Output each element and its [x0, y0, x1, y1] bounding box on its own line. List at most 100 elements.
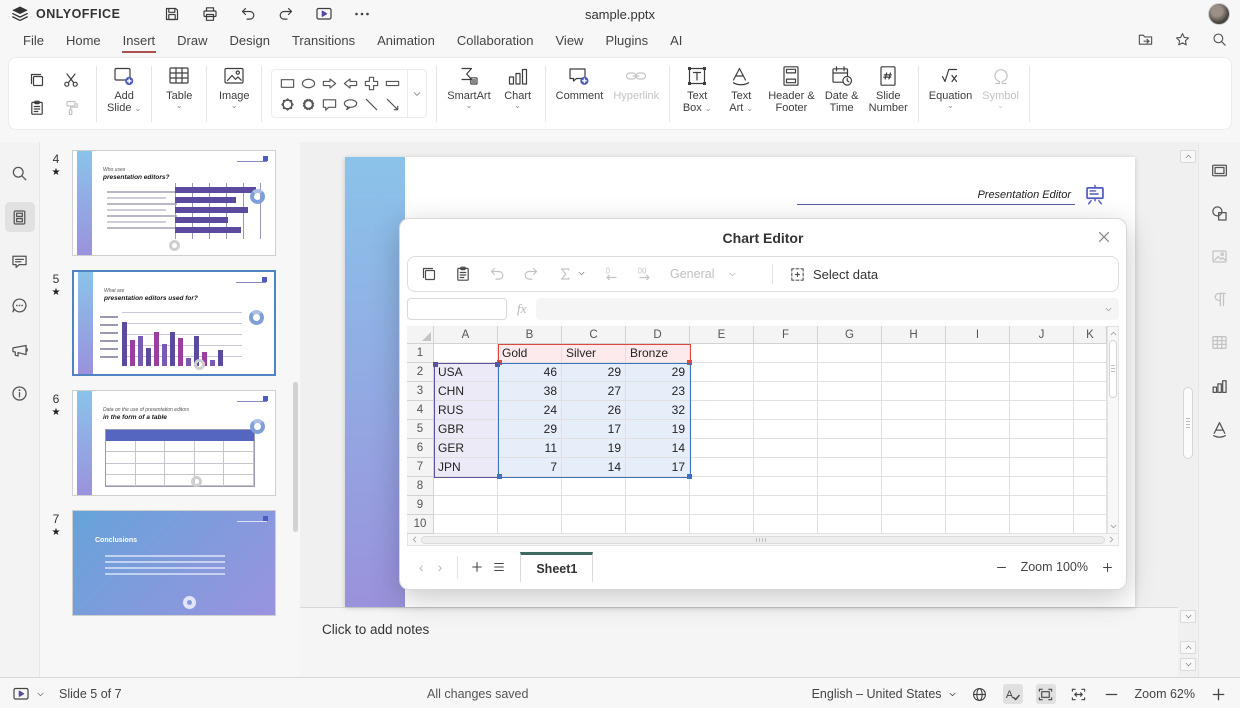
cell-E2[interactable]: [690, 363, 754, 382]
row-header-2[interactable]: 2: [407, 363, 434, 382]
thumbnail-preview[interactable]: Data on the use of presentation editorsi…: [72, 390, 276, 496]
chart-settings-button[interactable]: [1206, 371, 1234, 399]
inc-decimal-button[interactable]: 00: [636, 265, 654, 283]
cell-D7[interactable]: 17: [626, 458, 690, 477]
formula-input[interactable]: [536, 299, 1104, 319]
chart-button[interactable]: Chart⌄: [496, 62, 540, 126]
chat-panel-button[interactable]: [5, 290, 35, 320]
cell-E1[interactable]: [690, 344, 754, 363]
cell-C9[interactable]: [562, 496, 626, 515]
redo-button[interactable]: [276, 4, 296, 24]
zoom-in-button[interactable]: [1208, 684, 1228, 704]
slide-thumbnail-4[interactable]: 4★Who usespresentation editors?: [44, 150, 292, 256]
cell-D5[interactable]: 19: [626, 420, 690, 439]
cell-H3[interactable]: [882, 382, 946, 401]
column-header-A[interactable]: A: [434, 326, 498, 344]
cell-B7[interactable]: 7: [498, 458, 562, 477]
cell-F1[interactable]: [754, 344, 818, 363]
callout-rect-shape-button[interactable]: [319, 94, 339, 114]
arrow-line-shape-button[interactable]: [382, 94, 402, 114]
select-all-corner[interactable]: [407, 326, 434, 344]
cell-A5[interactable]: GBR: [434, 420, 498, 439]
cell-I3[interactable]: [946, 382, 1010, 401]
cell-K6[interactable]: [1074, 439, 1107, 458]
cell-C5[interactable]: 17: [562, 420, 626, 439]
column-header-J[interactable]: J: [1010, 326, 1074, 344]
cell-A1[interactable]: [434, 344, 498, 363]
grid-hscroll-thumb[interactable]: [421, 536, 1105, 544]
thumbnail-preview[interactable]: What arepresentation editors used for?: [72, 270, 276, 376]
cell-B3[interactable]: 38: [498, 382, 562, 401]
menu-tab-animation[interactable]: Animation: [366, 30, 446, 53]
star12-shape-button[interactable]: [298, 94, 318, 114]
minus-shape-button[interactable]: [382, 73, 402, 93]
cell-I5[interactable]: [946, 420, 1010, 439]
cell-G10[interactable]: [818, 515, 882, 534]
image-button[interactable]: Image⌄: [212, 62, 256, 126]
cell-K2[interactable]: [1074, 363, 1107, 382]
slides-panel-button[interactable]: [5, 202, 35, 232]
open-location-button[interactable]: [1137, 31, 1154, 53]
chevron-down-icon[interactable]: [36, 690, 45, 699]
callout-round-shape-button[interactable]: [340, 94, 360, 114]
table-button[interactable]: Table⌄: [157, 62, 201, 126]
cell-E7[interactable]: [690, 458, 754, 477]
cell-E5[interactable]: [690, 420, 754, 439]
cell-C4[interactable]: 26: [562, 401, 626, 420]
undo-button[interactable]: [238, 4, 258, 24]
sheet-tab[interactable]: Sheet1: [520, 552, 593, 582]
cell-D9[interactable]: [626, 496, 690, 515]
cell-B4[interactable]: 24: [498, 401, 562, 420]
select-data-button[interactable]: Select data: [789, 266, 878, 283]
slide-thumbnail-5[interactable]: 5★What arepresentation editors used for?: [44, 270, 292, 376]
sheet-prev-button[interactable]: ‹: [412, 559, 431, 575]
cell-D6[interactable]: 14: [626, 439, 690, 458]
menu-tab-file[interactable]: File: [12, 30, 55, 53]
cell-J8[interactable]: [1010, 477, 1074, 496]
sigma-button[interactable]: [556, 265, 586, 283]
comment-button[interactable]: Comment: [551, 62, 609, 126]
redo-button[interactable]: [522, 265, 540, 283]
menu-tab-design[interactable]: Design: [219, 30, 281, 53]
plus-shape-button[interactable]: [361, 73, 381, 93]
slide-settings-button[interactable]: [1206, 156, 1234, 184]
grid-vscroll-thumb[interactable]: [1109, 340, 1117, 398]
row-header-8[interactable]: 8: [407, 477, 434, 496]
about-panel-button[interactable]: [5, 378, 35, 408]
cell-K5[interactable]: [1074, 420, 1107, 439]
cell-name-box[interactable]: [407, 298, 507, 320]
shape-settings-button[interactable]: [1206, 199, 1234, 227]
search-button[interactable]: [1211, 31, 1228, 53]
cell-A4[interactable]: RUS: [434, 401, 498, 420]
cell-G9[interactable]: [818, 496, 882, 515]
cell-A6[interactable]: GER: [434, 439, 498, 458]
menu-tab-ai[interactable]: AI: [659, 30, 693, 53]
textart-settings-button[interactable]: [1206, 414, 1234, 442]
cell-J5[interactable]: [1010, 420, 1074, 439]
cell-H7[interactable]: [882, 458, 946, 477]
cell-K10[interactable]: [1074, 515, 1107, 534]
sheet-list-button[interactable]: [488, 556, 510, 578]
column-header-G[interactable]: G: [818, 326, 882, 344]
slide-number-button[interactable]: SlideNumber: [864, 62, 913, 126]
cell-H6[interactable]: [882, 439, 946, 458]
cell-K7[interactable]: [1074, 458, 1107, 477]
search-panel-button[interactable]: [5, 158, 35, 188]
cell-J1[interactable]: [1010, 344, 1074, 363]
row-header-7[interactable]: 7: [407, 458, 434, 477]
shapes-gallery-expand[interactable]: [407, 70, 426, 117]
row-header-1[interactable]: 1: [407, 344, 434, 363]
column-header-H[interactable]: H: [882, 326, 946, 344]
copy-button[interactable]: [25, 68, 49, 92]
column-header-I[interactable]: I: [946, 326, 1010, 344]
cell-E6[interactable]: [690, 439, 754, 458]
cell-A8[interactable]: [434, 477, 498, 496]
row-header-3[interactable]: 3: [407, 382, 434, 401]
user-avatar[interactable]: [1208, 3, 1230, 25]
cell-H4[interactable]: [882, 401, 946, 420]
cell-K9[interactable]: [1074, 496, 1107, 515]
column-header-E[interactable]: E: [690, 326, 754, 344]
dec-decimal-button[interactable]: 0: [602, 265, 620, 283]
arrow-right-shape-button[interactable]: [319, 73, 339, 93]
menu-tab-draw[interactable]: Draw: [166, 30, 218, 53]
